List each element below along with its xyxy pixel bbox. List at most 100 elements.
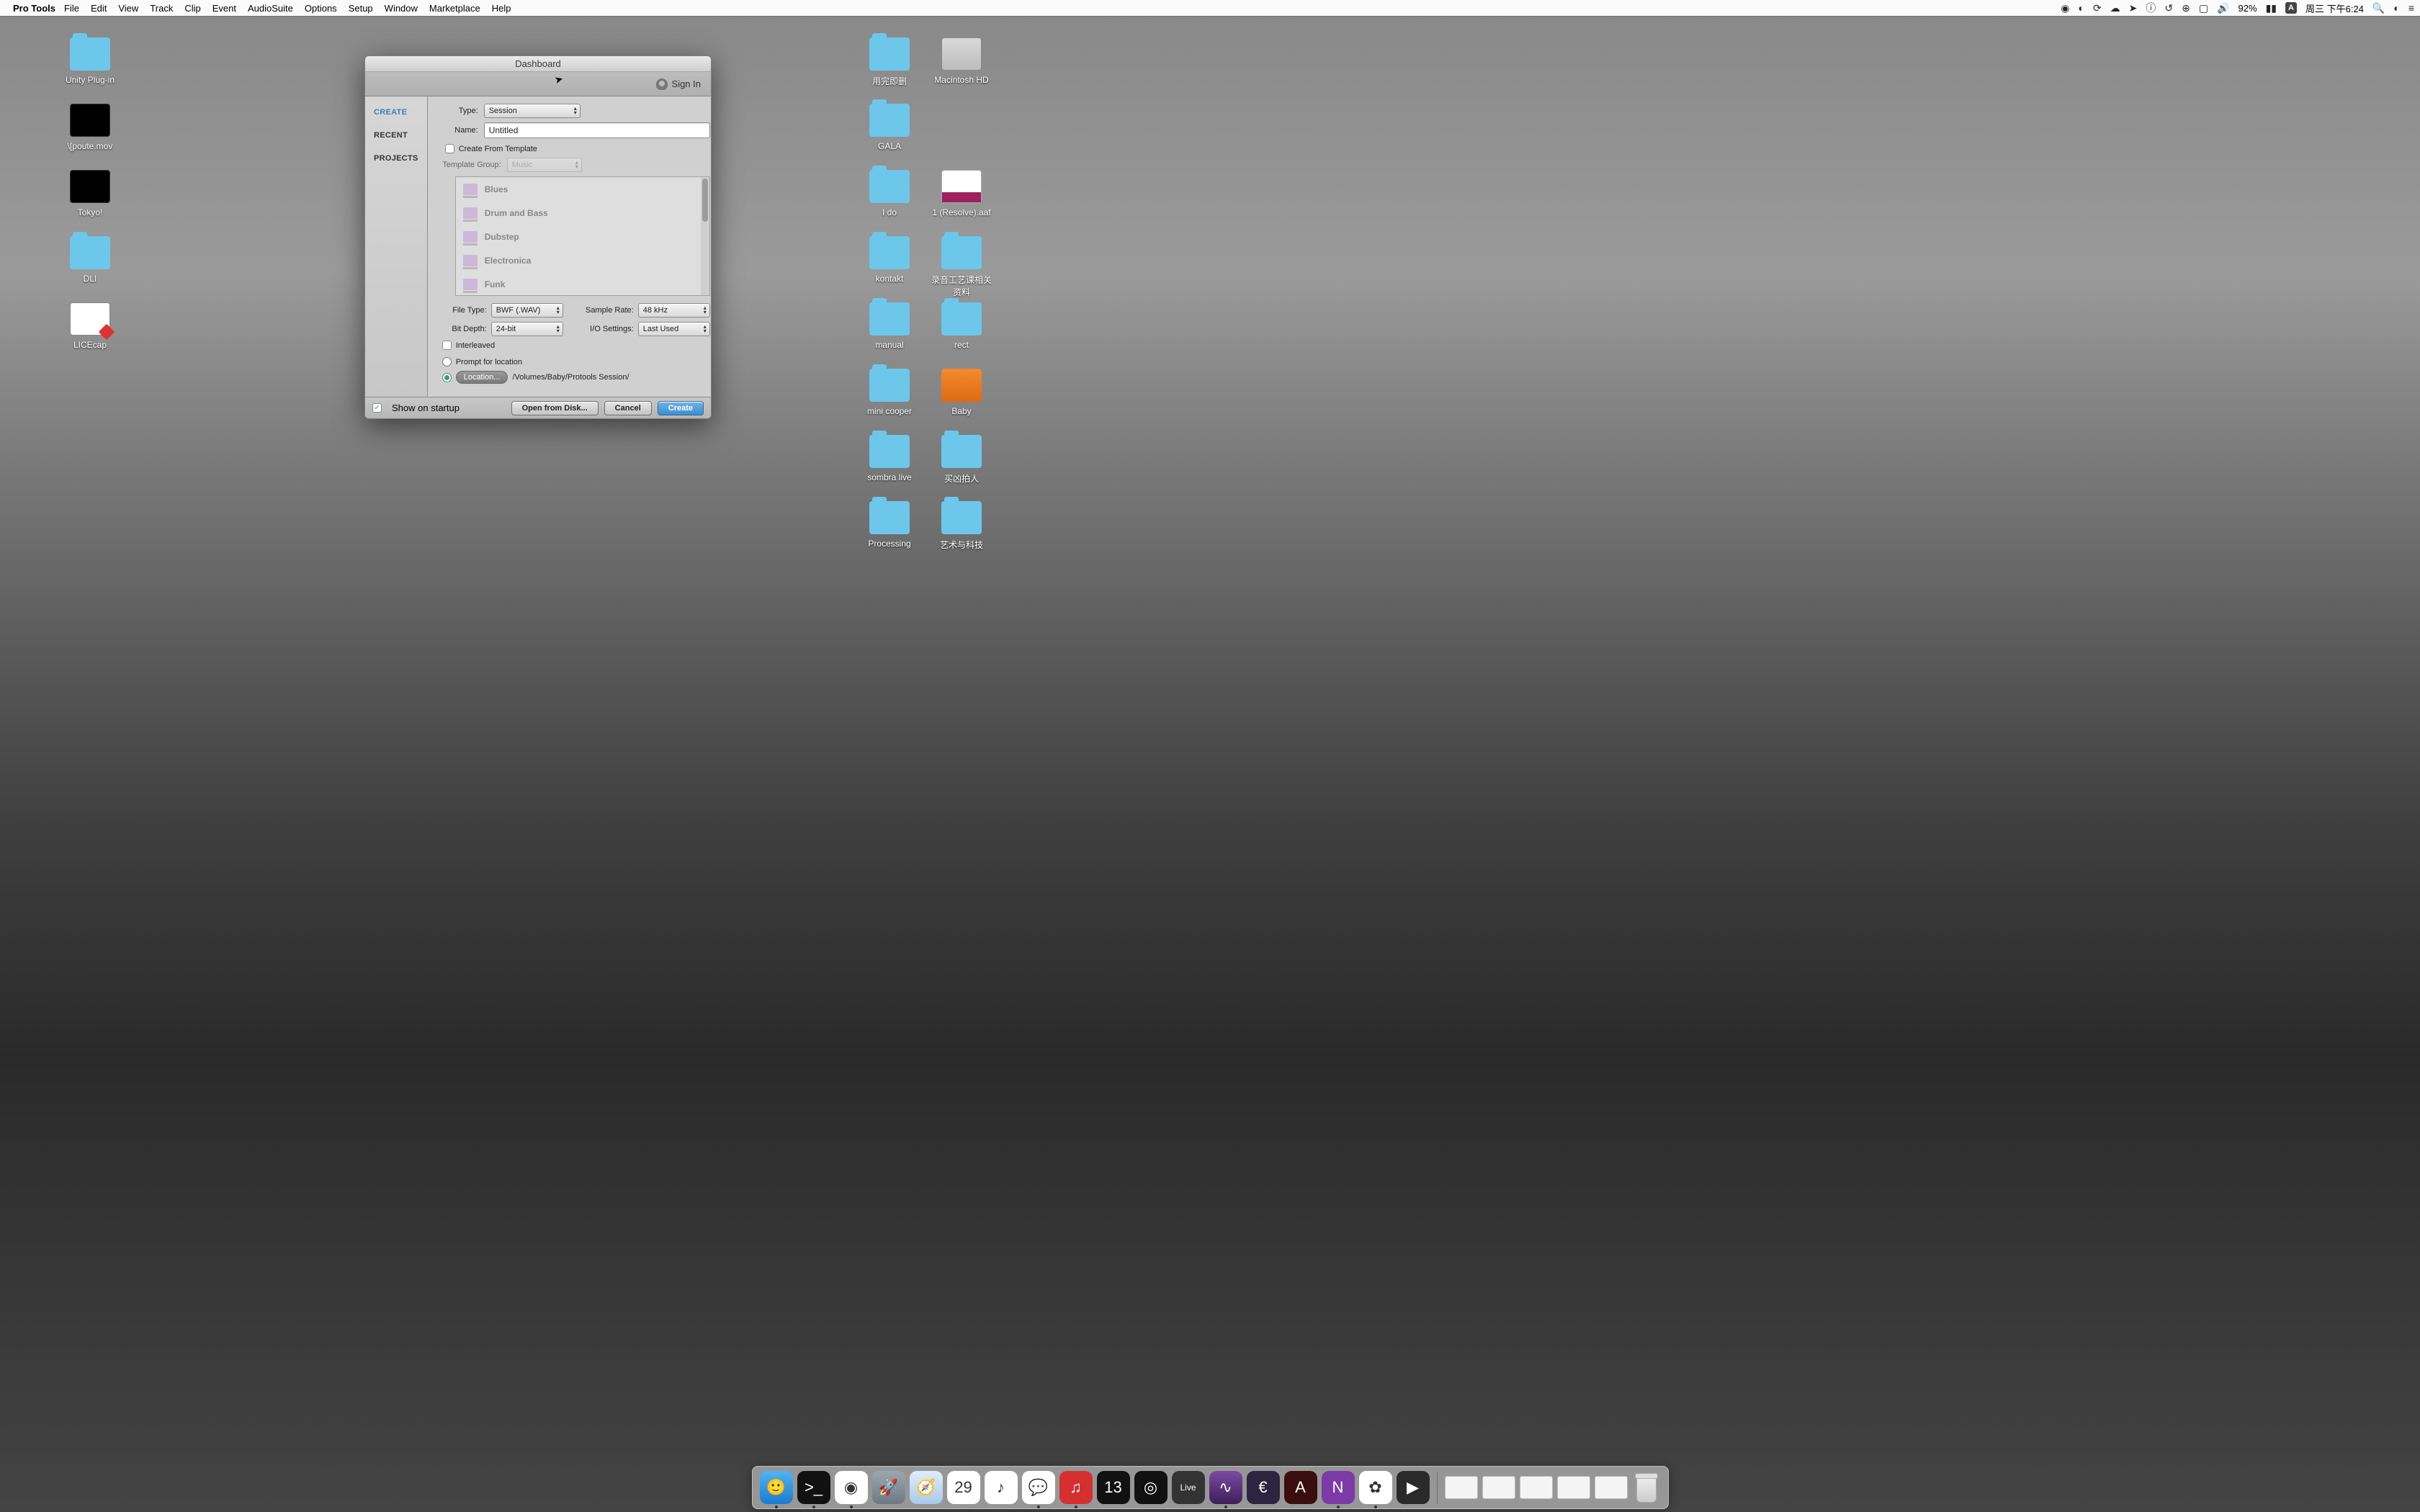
dock-app-netease[interactable]: ♫	[1059, 1471, 1093, 1504]
menu-options[interactable]: Options	[305, 3, 337, 14]
dock-app-terminal[interactable]: >_	[797, 1471, 830, 1504]
location-icon[interactable]: ➤	[2129, 2, 2138, 14]
moon-icon[interactable]: ◐	[2078, 2, 2084, 14]
dock-app-acrobat[interactable]: A	[1284, 1471, 1317, 1504]
desktop-item[interactable]: Processing	[857, 501, 922, 549]
menu-audiosuite[interactable]: AudioSuite	[248, 3, 293, 14]
siri-icon[interactable]: ◐	[2393, 2, 2399, 14]
menu-help[interactable]: Help	[492, 3, 511, 14]
volume-icon[interactable]: 🔊	[2217, 2, 2229, 14]
menu-event[interactable]: Event	[212, 3, 236, 14]
template-item: Funk	[456, 272, 701, 296]
sidebar-item-create[interactable]: CREATE	[365, 101, 427, 124]
show-on-startup-checkbox[interactable]	[372, 403, 382, 413]
desktop-item[interactable]: 录音工艺课相关资料	[929, 236, 994, 298]
interleaved-checkbox[interactable]	[442, 341, 452, 350]
desktop-item[interactable]: 买凶拍人	[929, 435, 994, 485]
menu-clip[interactable]: Clip	[184, 3, 200, 14]
airplay-icon[interactable]: ▢	[2199, 2, 2208, 14]
menu-setup[interactable]: Setup	[349, 3, 373, 14]
desktop-item[interactable]: kontakt	[857, 236, 922, 284]
dock-app-ableton[interactable]: Live	[1172, 1471, 1205, 1504]
dock-minimized-window[interactable]	[1520, 1476, 1553, 1499]
io-settings-select[interactable]: Last Used ▴▾	[638, 322, 710, 336]
menu-track[interactable]: Track	[150, 3, 173, 14]
sign-in-link[interactable]: Sign In	[672, 78, 701, 89]
record-icon[interactable]: ◉	[2061, 2, 2069, 14]
battery-percent[interactable]: 92%	[2238, 3, 2257, 14]
dock-minimized-window[interactable]	[1557, 1476, 1590, 1499]
dock-app-protools[interactable]: ∿	[1209, 1471, 1242, 1504]
dock-app-launchpad[interactable]: 🚀	[872, 1471, 905, 1504]
dock-app-chrome[interactable]: ◉	[835, 1471, 868, 1504]
dock-app-baidu[interactable]: ✿	[1359, 1471, 1392, 1504]
file-type-select[interactable]: BWF (.WAV) ▴▾	[491, 303, 563, 318]
dock-trash[interactable]	[1632, 1471, 1661, 1504]
dock-app-itunes[interactable]: ♪	[985, 1471, 1018, 1504]
dock-separator	[1437, 1472, 1438, 1504]
desktop-item[interactable]: rect	[929, 302, 994, 350]
window-title[interactable]: Dashboard	[365, 56, 711, 72]
sample-rate-select[interactable]: 48 kHz ▴▾	[638, 303, 710, 318]
clock[interactable]: 周三 下午6:24	[2305, 1, 2364, 15]
dock-app-app-dark1[interactable]: 13	[1097, 1471, 1130, 1504]
dock-app-onenote[interactable]: N	[1322, 1471, 1355, 1504]
desktop-item[interactable]: Baby	[929, 369, 994, 416]
sync-icon[interactable]: ⟳	[2093, 2, 2102, 14]
dock-app-eclipse[interactable]: €	[1247, 1471, 1280, 1504]
dock-app-finder[interactable]: 🙂	[760, 1471, 793, 1504]
wifi-icon[interactable]: ⊕	[2182, 2, 2190, 14]
desktop-item[interactable]: manual	[857, 302, 922, 350]
dock-app-wechat[interactable]: 💬	[1022, 1471, 1055, 1504]
desktop-item[interactable]: Macintosh HD	[929, 37, 994, 85]
desktop-item[interactable]: DLI	[58, 236, 122, 284]
folder-icon	[941, 236, 982, 269]
template-scrollbar[interactable]	[701, 177, 709, 295]
menu-edit[interactable]: Edit	[91, 3, 107, 14]
desktop-item[interactable]: sombra live	[857, 435, 922, 482]
sidebar-item-projects[interactable]: PROJECTS	[365, 147, 427, 170]
desktop-item[interactable]: GALA	[857, 104, 922, 151]
type-select[interactable]: Session ▴▾	[484, 104, 581, 118]
bit-depth-select[interactable]: 24-bit ▴▾	[491, 322, 563, 336]
notification-center-icon[interactable]: ≡	[2408, 2, 2414, 14]
desktop-item[interactable]: LICEcap	[58, 302, 122, 350]
desktop-item[interactable]: mini cooper	[857, 369, 922, 416]
desktop-item[interactable]: Unity Plug-in	[58, 37, 122, 85]
location-radio[interactable]	[442, 373, 452, 382]
menu-view[interactable]: View	[118, 3, 138, 14]
dock-minimized-window[interactable]	[1445, 1476, 1478, 1499]
dock-app-safari[interactable]: 🧭	[910, 1471, 943, 1504]
open-from-disk-button[interactable]: Open from Disk...	[511, 401, 599, 415]
window-toolbar: Sign In	[365, 72, 711, 96]
menu-marketplace[interactable]: Marketplace	[429, 3, 480, 14]
cloud-icon[interactable]: ☁	[2110, 2, 2120, 14]
prompt-location-radio[interactable]	[442, 357, 452, 366]
dock-app-quicktime[interactable]: ▶	[1397, 1471, 1430, 1504]
create-button[interactable]: Create	[658, 401, 704, 415]
desktop-item[interactable]: 用完即删	[857, 37, 922, 87]
desktop-item[interactable]: Tokyo!	[58, 170, 122, 217]
app-name-menu[interactable]: Pro Tools	[13, 3, 55, 14]
name-input[interactable]	[484, 122, 710, 138]
info-icon[interactable]: ⓘ	[2146, 1, 2156, 15]
timemachine-icon[interactable]: ↺	[2164, 2, 2173, 14]
folder-icon	[941, 302, 982, 336]
dock-minimized-window[interactable]	[1482, 1476, 1515, 1499]
location-button[interactable]: Location...	[456, 371, 508, 384]
desktop-item[interactable]: I do	[857, 170, 922, 217]
desktop-item[interactable]: 艺术与科技	[929, 501, 994, 551]
input-source-icon[interactable]: A	[2285, 2, 2297, 14]
dock-app-app-dark2[interactable]: ◎	[1134, 1471, 1168, 1504]
sidebar-item-recent[interactable]: RECENT	[365, 124, 427, 147]
desktop-item[interactable]: 1 (Resolve).aaf	[929, 170, 994, 217]
battery-icon[interactable]: ▮▮	[2266, 2, 2277, 14]
menu-window[interactable]: Window	[385, 3, 418, 14]
menu-file[interactable]: File	[64, 3, 79, 14]
dock-app-calendar[interactable]: 29	[947, 1471, 980, 1504]
desktop-item[interactable]: \[poute.mov	[58, 104, 122, 151]
dock-minimized-window[interactable]	[1595, 1476, 1628, 1499]
create-from-template-checkbox[interactable]	[445, 144, 454, 153]
spotlight-icon[interactable]: 🔍	[2372, 2, 2385, 14]
cancel-button[interactable]: Cancel	[604, 401, 652, 415]
